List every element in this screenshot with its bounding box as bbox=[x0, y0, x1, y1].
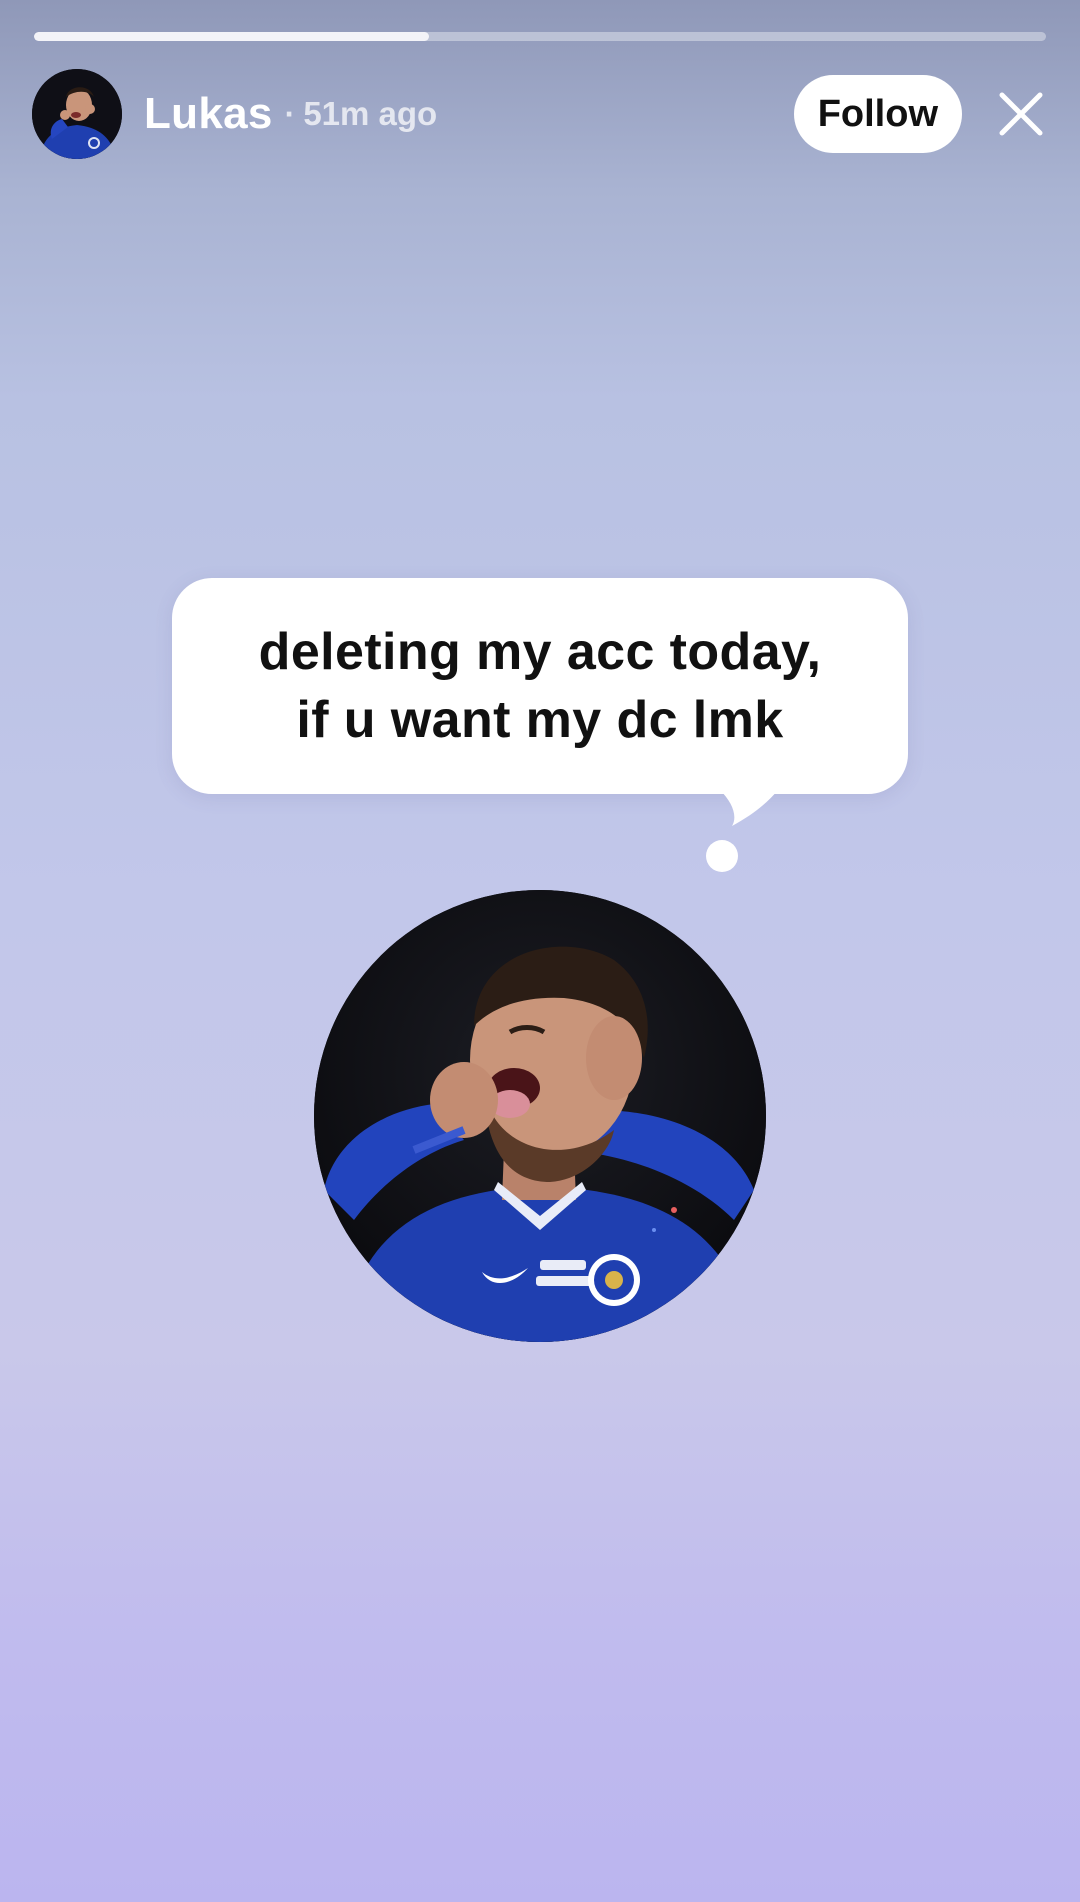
player-celebration-photo bbox=[314, 890, 766, 1342]
bubble-dot bbox=[706, 840, 738, 872]
bubble-text-line-2: if u want my dc lmk bbox=[296, 691, 784, 749]
close-icon bbox=[999, 92, 1043, 136]
story-photo bbox=[314, 890, 766, 1342]
user-name[interactable]: Lukas bbox=[144, 89, 273, 139]
bubble-text-line-1: deleting my acc today, bbox=[258, 623, 822, 681]
bubble-tail bbox=[720, 790, 778, 826]
thought-bubble: deleting my acc today, if u want my dc l… bbox=[172, 578, 908, 794]
avatar[interactable] bbox=[32, 69, 122, 159]
separator-dot: · bbox=[284, 95, 296, 132]
follow-button[interactable]: Follow bbox=[793, 75, 962, 153]
story-progress-bar bbox=[34, 32, 1046, 41]
close-button[interactable] bbox=[990, 83, 1052, 145]
story-header: Lukas · 51m ago Follow bbox=[32, 68, 1052, 160]
timestamp: 51m ago bbox=[303, 95, 438, 132]
story-progress-fill bbox=[34, 32, 429, 41]
